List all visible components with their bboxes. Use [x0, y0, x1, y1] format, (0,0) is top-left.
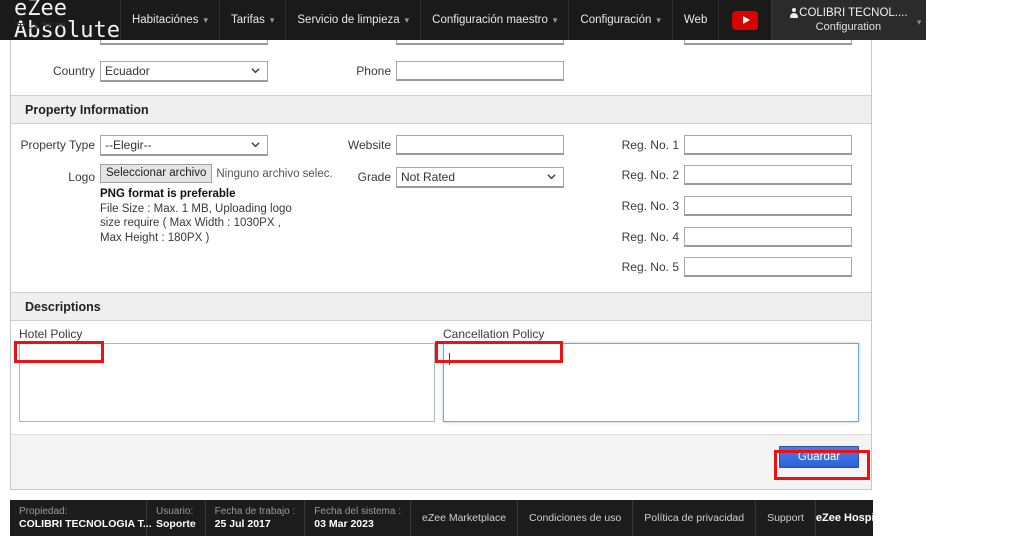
- chevron-down-icon: ▾: [269, 14, 275, 25]
- cancellation-policy-textarea[interactable]: [443, 343, 859, 422]
- chevron-down-icon: ▾: [404, 14, 410, 25]
- chevron-down-icon: [251, 142, 260, 148]
- nav-item-label: Habitaciónes: [131, 14, 199, 26]
- phone-label: Phone: [356, 64, 391, 78]
- logo-hint-title: PNG format is preferable: [100, 187, 360, 202]
- user-account-name-row: COLIBRI TECNOL....: [789, 7, 908, 19]
- nav-item-label: Servicio de limpieza: [297, 14, 400, 26]
- status-link-terms[interactable]: Condiciones de uso: [518, 500, 634, 536]
- descriptions-header: Descriptions: [11, 292, 871, 321]
- nav-item-habitaciones[interactable]: Habitaciónes ▾: [119, 0, 219, 40]
- top-navigation-bar: eZee Absolute eZee Absolute Habitaciónes…: [0, 0, 927, 43]
- chevron-down-icon: [547, 174, 556, 180]
- status-brand: eZee Hospitality Solution: [815, 512, 948, 524]
- brand-logo-text: eZee Absolute: [14, 0, 120, 43]
- youtube-link[interactable]: [718, 0, 771, 40]
- property-type-select[interactable]: --Elegir--: [100, 135, 268, 156]
- save-button[interactable]: Guardar: [779, 446, 859, 468]
- cut-off-field-right[interactable]: [684, 40, 852, 45]
- reg-no-4-label: Reg. No. 4: [621, 230, 679, 244]
- user-account-name: COLIBRI TECNOL....: [799, 7, 908, 19]
- nav-item-label: Configuración: [580, 14, 652, 26]
- nav-item-configuracion[interactable]: Configuración ▾: [568, 0, 672, 40]
- chevron-down-icon: ▾: [916, 17, 922, 27]
- property-type-select-value: --Elegir--: [105, 138, 152, 152]
- logo-hint-title-text: PNG format is preferable: [100, 188, 236, 200]
- property-information-header: Property Information: [11, 95, 871, 124]
- nav-item-tarifas[interactable]: Tarifas ▾: [218, 0, 285, 40]
- nav-item-label: Configuración maestro: [432, 14, 548, 26]
- cancellation-policy-label: Cancellation Policy: [443, 327, 545, 341]
- hotel-policy-label: Hotel Policy: [19, 327, 83, 341]
- country-select-value: Ecuador: [105, 64, 150, 78]
- status-link-support[interactable]: Support: [756, 500, 816, 536]
- reg-no-1-input[interactable]: [684, 135, 852, 155]
- nav-item-web[interactable]: Web: [671, 0, 718, 40]
- status-system-date-value: 03 Mar 2023: [314, 518, 374, 530]
- bottom-status-bar: Propiedad: COLIBRI TECNOLOGIA T... Usuar…: [10, 500, 947, 536]
- logo-hint-line-3: Max Height : 180PX ): [100, 231, 210, 244]
- logo-hint-line-2: size require ( Max Width : 1030PX ,: [100, 217, 281, 229]
- status-system-date-caption: Fecha del sistema :: [314, 506, 401, 517]
- chevron-down-icon: ▾: [552, 14, 558, 25]
- nav-item-configuracion-maestro[interactable]: Configuración maestro ▾: [420, 0, 568, 40]
- reg-no-2-label: Reg. No. 2: [621, 168, 679, 182]
- status-property-caption: Propiedad:: [19, 506, 68, 517]
- grade-select[interactable]: Not Rated: [396, 167, 564, 188]
- reg-no-5-input[interactable]: [684, 257, 852, 277]
- user-icon: [789, 7, 798, 19]
- hotel-policy-group: Hotel Policy: [19, 327, 435, 425]
- status-property-value: COLIBRI TECNOLOGIA T...: [19, 518, 152, 530]
- status-property: Propiedad: COLIBRI TECNOLOGIA T...: [10, 500, 152, 536]
- logo-hint-line-1: File Size : Max. 1 MB, Uploading logo: [100, 202, 292, 215]
- status-user-value: Soporte: [156, 518, 196, 530]
- cut-off-field-middle[interactable]: [396, 40, 564, 45]
- reg-no-3-label: Reg. No. 3: [621, 199, 679, 213]
- logo-hint-block: PNG format is preferable File Size : Max…: [100, 187, 360, 245]
- hotel-policy-textarea[interactable]: [19, 343, 435, 422]
- website-input[interactable]: [396, 135, 564, 155]
- nav-item-label: Tarifas: [230, 14, 265, 26]
- user-account-subtitle: Configuration: [815, 21, 882, 33]
- phone-input[interactable]: [396, 61, 564, 81]
- country-label: Country: [52, 64, 95, 78]
- grade-select-value: Not Rated: [401, 170, 456, 184]
- reg-no-3-input[interactable]: [684, 196, 852, 216]
- chevron-down-icon: ▾: [656, 14, 661, 25]
- cancellation-policy-group: Cancellation Policy: [443, 327, 859, 425]
- cut-off-field-left[interactable]: [100, 40, 268, 45]
- reg-no-4-input[interactable]: [684, 227, 852, 247]
- status-work-date-caption: Fecha de trabajo :: [214, 506, 296, 517]
- brand-logo[interactable]: eZee Absolute eZee Absolute: [0, 0, 120, 43]
- nav-item-servicio-de-limpieza[interactable]: Servicio de limpieza ▾: [285, 0, 420, 40]
- property-configuration-panel: Country Ecuador Phone Property Informati…: [10, 40, 872, 490]
- reg-no-2-input[interactable]: [684, 165, 852, 185]
- text-cursor: [449, 353, 450, 365]
- nav-menu: Habitaciónes ▾ Tarifas ▾ Servicio de lim…: [119, 0, 771, 40]
- logo-label: Logo: [68, 170, 95, 184]
- country-select[interactable]: Ecuador: [100, 61, 268, 82]
- reg-no-1-label: Reg. No. 1: [621, 138, 679, 152]
- website-label: Website: [347, 138, 391, 152]
- nav-item-label: Web: [683, 14, 708, 26]
- choose-file-button[interactable]: Seleccionar archivo: [100, 164, 213, 183]
- reg-no-5-label: Reg. No. 5: [621, 260, 679, 274]
- status-user: Usuario: Soporte: [147, 500, 206, 536]
- chevron-down-icon: ▾: [203, 14, 208, 25]
- status-link-marketplace[interactable]: eZee Marketplace: [411, 500, 519, 536]
- user-account-menu[interactable]: COLIBRI TECNOL.... Configuration ▾: [771, 0, 927, 40]
- status-system-date: Fecha del sistema : 03 Mar 2023: [305, 500, 411, 536]
- status-work-date: Fecha de trabajo : 25 Jul 2017: [206, 500, 306, 536]
- youtube-icon: [732, 10, 759, 30]
- panel-action-footer: Guardar: [11, 434, 871, 489]
- status-work-date-value: 25 Jul 2017: [214, 518, 271, 530]
- status-link-privacy[interactable]: Política de privacidad: [633, 500, 757, 536]
- chevron-down-icon: [251, 68, 260, 74]
- status-user-caption: Usuario:: [156, 506, 194, 517]
- grade-label: Grade: [357, 170, 391, 184]
- property-type-label: Property Type: [20, 138, 95, 152]
